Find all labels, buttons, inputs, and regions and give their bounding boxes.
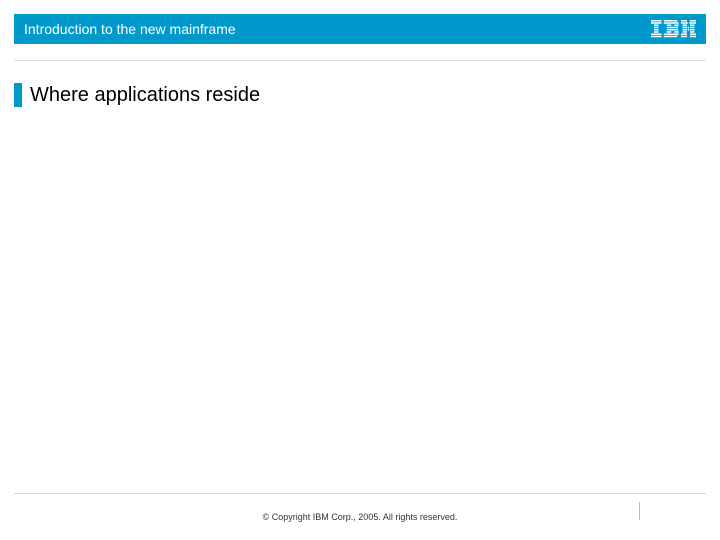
slide-title: Where applications reside	[30, 84, 260, 107]
ibm-logo-icon	[651, 14, 696, 44]
copyright-text: © Copyright IBM Corp., 2005. All rights …	[263, 512, 458, 522]
footer: © Copyright IBM Corp., 2005. All rights …	[14, 498, 706, 522]
header-bar: Introduction to the new mainframe	[14, 14, 706, 44]
footer-tick-icon	[639, 502, 640, 520]
accent-bar-icon	[14, 83, 22, 107]
header-title: Introduction to the new mainframe	[24, 21, 236, 37]
slide-body: Where applications reside	[14, 60, 706, 490]
title-row: Where applications reside	[14, 83, 706, 107]
footer-divider	[14, 493, 706, 494]
slide: Introduction to the new mainframe	[0, 0, 720, 540]
